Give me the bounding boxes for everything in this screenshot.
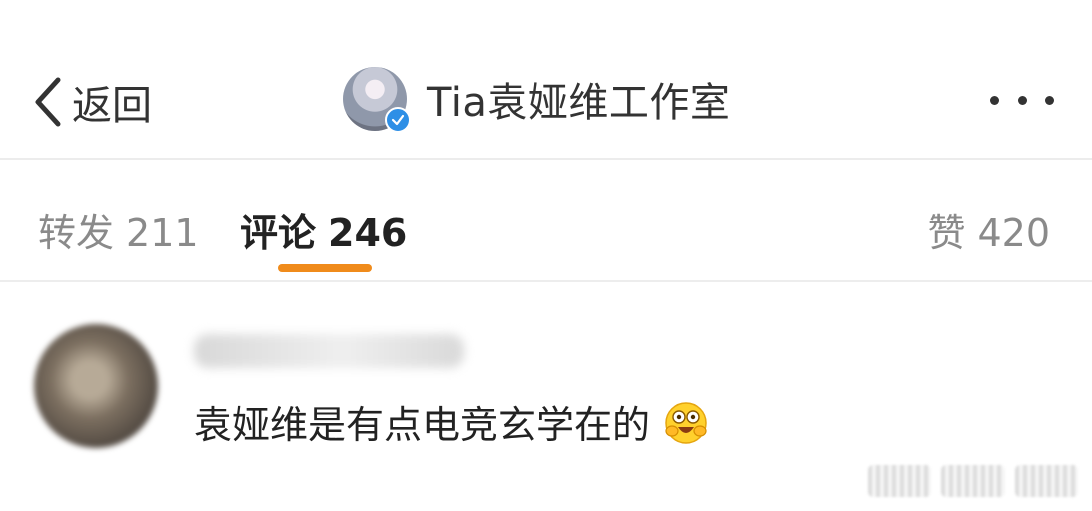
back-button[interactable]: 返回 (30, 72, 152, 132)
comment-item: 袁娅维是有点电竞玄学在的 (0, 282, 1092, 511)
tab-comments-count: 246 (328, 211, 408, 255)
watermark (868, 465, 1078, 497)
comment-content: 袁娅维是有点电竞玄学在的 (194, 394, 712, 449)
hugging-face-emoji (665, 401, 707, 444)
more-dots-icon (990, 95, 999, 105)
active-tab-indicator (278, 264, 372, 272)
profile-header[interactable]: Tia袁娅维工作室 (343, 66, 731, 133)
interaction-tabs: 转发 211 评论 246 赞 420 (0, 160, 1092, 282)
more-dots-icon (1045, 95, 1054, 105)
chevron-left-icon (35, 77, 61, 127)
tab-repost-label: 转发 (38, 211, 115, 255)
profile-avatar[interactable] (343, 67, 411, 133)
more-options-button[interactable] (990, 92, 1054, 108)
top-navigation-bar: 返回 Tia袁娅维工作室 (0, 0, 1092, 160)
tab-likes-label: 赞 (927, 211, 966, 255)
tab-comments-label: 评论 (240, 211, 317, 255)
tab-likes[interactable]: 赞 420 (927, 202, 1050, 257)
watermark-block (941, 465, 1005, 497)
profile-name: Tia袁娅维工作室 (427, 80, 731, 126)
tab-repost[interactable]: 转发 211 (38, 202, 199, 257)
verified-badge-icon (385, 107, 411, 133)
tab-likes-count: 420 (977, 211, 1050, 255)
commenter-avatar[interactable] (34, 324, 158, 448)
back-label: 返回 (72, 83, 152, 129)
more-dots-icon (1017, 95, 1027, 105)
tab-repost-count: 211 (126, 211, 199, 255)
watermark-block (868, 465, 932, 497)
watermark-block (1014, 465, 1078, 497)
comment-text: 袁娅维是有点电竞玄学在的 (194, 403, 651, 447)
commenter-username-blurred[interactable] (194, 334, 464, 368)
tab-comments[interactable]: 评论 246 (240, 202, 407, 257)
